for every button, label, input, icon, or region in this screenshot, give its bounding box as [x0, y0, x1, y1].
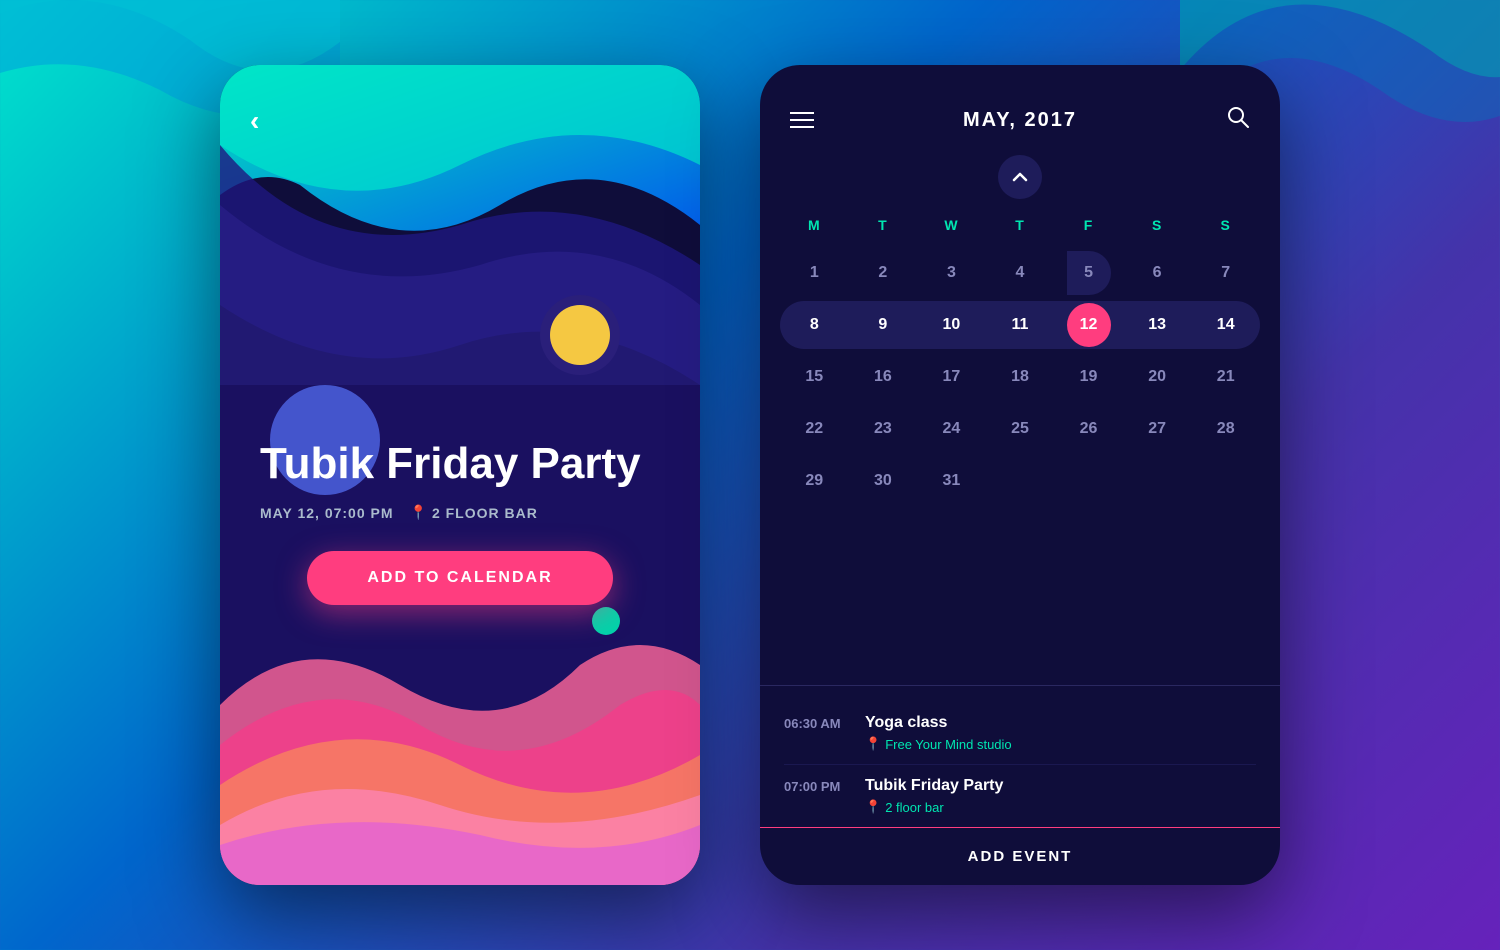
calendar-week-2-highlighted: 8 9 10 11 12 13 14: [780, 301, 1260, 349]
day-15[interactable]: 15: [792, 355, 836, 399]
event-date: MAY 12, 07:00 PM: [260, 505, 394, 521]
event-item-yoga[interactable]: 06:30 AM Yoga class 📍 Free Your Mind stu…: [784, 702, 1256, 765]
day-7[interactable]: 7: [1204, 251, 1248, 295]
cards-container: ‹ Tubik Friday Party MAY 12, 07:00 PM 📍 …: [220, 65, 1280, 885]
day-8[interactable]: 8: [792, 303, 836, 347]
event-name-yoga: Yoga class: [865, 714, 1256, 732]
day-20[interactable]: 20: [1135, 355, 1179, 399]
day-empty-3: [1135, 459, 1179, 503]
decoration-yellow-circle: [550, 305, 610, 365]
day-label-s1: S: [1123, 209, 1192, 241]
calendar-header: MAY, 2017: [760, 65, 1280, 155]
event-info-party: Tubik Friday Party 📍 2 floor bar: [865, 777, 1256, 815]
day-10[interactable]: 10: [929, 303, 973, 347]
event-time-party: 07:00 PM: [784, 777, 849, 794]
calendar-week-5: 29 30 31: [780, 457, 1260, 505]
day-label-t1: T: [849, 209, 918, 241]
calendar-grid: M T W T F S S 1 2 3 4 5 6 7 8 9: [760, 209, 1280, 685]
day-19[interactable]: 19: [1067, 355, 1111, 399]
pin-icon-party: 📍: [865, 799, 881, 815]
event-location: 📍 2 FLOOR BAR: [410, 504, 538, 521]
event-item-party[interactable]: 07:00 PM Tubik Friday Party 📍 2 floor ba…: [784, 765, 1256, 827]
day-30[interactable]: 30: [861, 459, 905, 503]
location-text: 2 FLOOR BAR: [432, 505, 538, 521]
day-27[interactable]: 27: [1135, 407, 1179, 451]
search-icon[interactable]: [1226, 105, 1250, 135]
day-9[interactable]: 9: [861, 303, 905, 347]
calendar-week-4: 22 23 24 25 26 27 28: [780, 405, 1260, 453]
day-empty-2: [1067, 459, 1111, 503]
day-14[interactable]: 14: [1204, 303, 1248, 347]
event-location-text-yoga: Free Your Mind studio: [885, 737, 1011, 752]
day-6[interactable]: 6: [1135, 251, 1179, 295]
event-time-yoga: 06:30 AM: [784, 714, 849, 731]
calendar-screen: MAY, 2017 M T W T: [760, 65, 1280, 885]
day-12-today[interactable]: 12: [1067, 303, 1111, 347]
events-section: 06:30 AM Yoga class 📍 Free Your Mind stu…: [760, 685, 1280, 827]
day-25[interactable]: 25: [998, 407, 1042, 451]
day-18[interactable]: 18: [998, 355, 1042, 399]
day-empty-1: [998, 459, 1042, 503]
event-location-text-party: 2 floor bar: [885, 800, 944, 815]
day-31[interactable]: 31: [929, 459, 973, 503]
calendar-week-3: 15 16 17 18 19 20 21: [780, 353, 1260, 401]
add-to-calendar-button[interactable]: ADD TO CALENDAR: [307, 551, 612, 605]
day-29[interactable]: 29: [792, 459, 836, 503]
event-content: Tubik Friday Party MAY 12, 07:00 PM 📍 2 …: [220, 420, 700, 625]
day-26[interactable]: 26: [1067, 407, 1111, 451]
prev-month-button[interactable]: [998, 155, 1042, 199]
event-meta: MAY 12, 07:00 PM 📍 2 FLOOR BAR: [250, 504, 670, 521]
day-24[interactable]: 24: [929, 407, 973, 451]
event-location-yoga: 📍 Free Your Mind studio: [865, 736, 1256, 752]
event-title: Tubik Friday Party: [250, 440, 670, 488]
day-13[interactable]: 13: [1135, 303, 1179, 347]
day-17[interactable]: 17: [929, 355, 973, 399]
day-3[interactable]: 3: [929, 251, 973, 295]
event-location-party: 📍 2 floor bar: [865, 799, 1256, 815]
day-2[interactable]: 2: [861, 251, 905, 295]
menu-line-3: [790, 126, 814, 128]
day-11[interactable]: 11: [998, 303, 1042, 347]
day-4[interactable]: 4: [998, 251, 1042, 295]
event-info-yoga: Yoga class 📍 Free Your Mind studio: [865, 714, 1256, 752]
day-28[interactable]: 28: [1204, 407, 1248, 451]
calendar-nav-up: [760, 155, 1280, 199]
calendar-month-title: MAY, 2017: [963, 109, 1077, 132]
calendar-week-1: 1 2 3 4 5 6 7: [780, 249, 1260, 297]
add-event-button[interactable]: ADD EVENT: [760, 827, 1280, 885]
day-21[interactable]: 21: [1204, 355, 1248, 399]
menu-line-1: [790, 112, 814, 114]
day-label-t2: T: [986, 209, 1055, 241]
day-label-w: W: [917, 209, 986, 241]
menu-line-2: [790, 119, 814, 121]
day-22[interactable]: 22: [792, 407, 836, 451]
day-16[interactable]: 16: [861, 355, 905, 399]
event-name-party: Tubik Friday Party: [865, 777, 1256, 795]
menu-button[interactable]: [790, 112, 814, 128]
day-label-s2: S: [1191, 209, 1260, 241]
calendar-day-labels: M T W T F S S: [780, 209, 1260, 241]
day-empty-4: [1204, 459, 1248, 503]
back-button[interactable]: ‹: [250, 105, 259, 137]
event-detail-screen: ‹ Tubik Friday Party MAY 12, 07:00 PM 📍 …: [220, 65, 700, 885]
day-5[interactable]: 5: [1067, 251, 1111, 295]
pin-icon-yoga: 📍: [865, 736, 881, 752]
pin-icon: 📍: [410, 504, 428, 521]
day-23[interactable]: 23: [861, 407, 905, 451]
day-label-f: F: [1054, 209, 1123, 241]
day-label-m: M: [780, 209, 849, 241]
day-1[interactable]: 1: [792, 251, 836, 295]
